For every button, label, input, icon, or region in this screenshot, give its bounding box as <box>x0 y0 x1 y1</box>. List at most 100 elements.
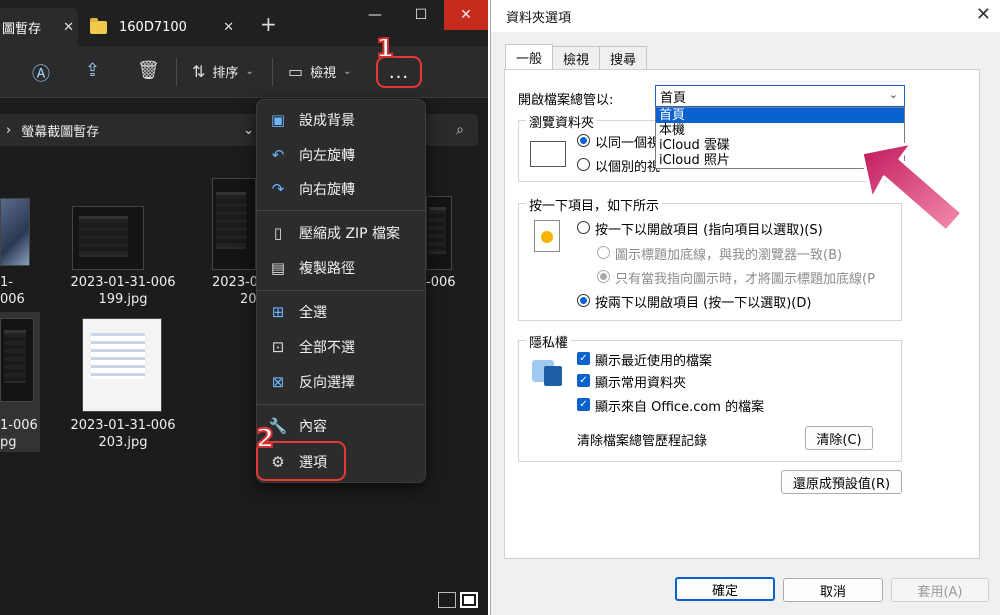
folder-icon <box>90 17 107 34</box>
menu-item-rotate-right[interactable]: ↷ 向右旋轉 <box>257 173 425 205</box>
radio-single-click[interactable] <box>577 221 590 234</box>
menu-divider <box>257 290 425 291</box>
view-mode-switch <box>438 592 478 608</box>
ok-button[interactable]: 確定 <box>675 577 775 601</box>
file-name: -006 <box>426 275 456 290</box>
rotate-right-icon: ↷ <box>271 180 285 198</box>
cancel-button[interactable]: 取消 <box>783 578 883 602</box>
menu-item-label: 壓縮成 ZIP 檔案 <box>299 226 401 242</box>
command-bar: Ⓐ ⇪ 🗑 ⇅ 排序 ⌄ ▭ 檢視 ⌄ ... <box>0 46 488 98</box>
clear-history-label: 清除檔案總管歷程記錄 <box>577 434 708 449</box>
file-name: 2023-01-31-006 203.jpg <box>70 418 176 450</box>
file-name: 1-006pg <box>0 418 38 450</box>
privacy-icon <box>532 356 564 386</box>
view-button[interactable]: ▭ 檢視 ⌄ <box>288 62 352 81</box>
view-label: 檢視 <box>310 66 337 81</box>
tab-view[interactable]: 檢視 <box>552 46 601 70</box>
radio-label: 以同一個視 <box>595 136 661 151</box>
copy-path-icon: ▤ <box>270 259 286 277</box>
radio-label: 只有當我指向圖示時，才將圖示標題加底線(P <box>615 272 875 287</box>
file-thumbnail[interactable] <box>72 206 144 270</box>
restore-defaults-button[interactable]: 還原成預設值(R) <box>781 470 902 494</box>
folder-window-illustration <box>530 141 566 167</box>
tab-screenshots[interactable]: 圖暫存 ✕ <box>0 8 78 46</box>
menu-item-copy-path[interactable]: ▤ 複製路徑 <box>257 252 425 284</box>
rename-icon[interactable]: Ⓐ <box>32 60 50 86</box>
option-home[interactable]: 首頁 <box>656 108 904 123</box>
close-icon[interactable]: ✕ <box>976 4 991 25</box>
group-title: 瀏覽資料夾 <box>526 112 598 131</box>
file-name: 2023-01-31-00620 <box>212 275 256 307</box>
open-explorer-select[interactable]: 首頁 ⌄ <box>655 85 905 107</box>
close-icon[interactable]: ✕ <box>223 20 234 35</box>
menu-item-properties[interactable]: 🔧 內容 <box>257 410 425 442</box>
window-close-button[interactable]: ✕ <box>444 0 488 30</box>
clear-history-button[interactable]: 清除(C) <box>805 426 873 450</box>
maximize-button[interactable]: ☐ <box>398 0 444 30</box>
tab-160d7100[interactable]: 160D7100 ✕ <box>82 8 242 46</box>
search-box[interactable]: ⌕ <box>418 114 478 146</box>
share-icon[interactable]: ⇪ <box>85 60 100 81</box>
checkbox-recent-files[interactable]: ✓ <box>577 352 590 365</box>
new-tab-button[interactable]: + <box>260 12 277 36</box>
rotate-left-icon: ↶ <box>271 146 285 164</box>
apply-button[interactable]: 套用(A) <box>891 578 989 602</box>
file-thumbnail[interactable] <box>426 196 452 270</box>
tiles-view-icon[interactable] <box>460 592 478 608</box>
delete-icon[interactable]: 🗑 <box>137 60 160 81</box>
file-thumbnail[interactable] <box>0 318 34 402</box>
chevron-down-icon[interactable]: ⌄ <box>243 123 254 138</box>
address-path: 螢幕截圖暫存 <box>21 124 100 140</box>
invert-selection-icon: ⊠ <box>271 373 285 391</box>
file-name: 2023-01-31-006 199.jpg <box>70 275 176 307</box>
view-icon: ▭ <box>288 62 304 81</box>
menu-item-select-all[interactable]: ⊞ 全選 <box>257 296 425 328</box>
radio-underline-hover[interactable] <box>597 270 610 283</box>
toolbar-divider <box>272 58 273 86</box>
tab-search[interactable]: 搜尋 <box>599 46 648 70</box>
click-cursor-illustration <box>534 220 560 252</box>
checkbox-office-files[interactable]: ✓ <box>577 398 590 411</box>
close-icon[interactable]: ✕ <box>63 20 74 35</box>
sort-button[interactable]: ⇅ 排序 ⌄ <box>192 62 254 81</box>
search-icon: ⌕ <box>456 122 464 138</box>
open-explorer-value: 首頁 <box>660 90 687 106</box>
radio-same-window[interactable] <box>577 134 590 147</box>
wallpaper-icon: ▣ <box>270 111 286 129</box>
menu-divider <box>257 404 425 405</box>
radio-label: 按一下以開啟項目 (指向項目以選取)(S) <box>595 223 823 238</box>
pointer-icon <box>541 231 553 243</box>
chevron-down-icon: ⌄ <box>245 66 254 77</box>
menu-item-rotate-left[interactable]: ↶ 向左旋轉 <box>257 139 425 171</box>
menu-item-invert-selection[interactable]: ⊠ 反向選擇 <box>257 366 425 398</box>
radio-double-click[interactable] <box>577 294 590 307</box>
zip-icon: ▯ <box>273 224 283 242</box>
menu-item-select-none[interactable]: ⊡ 全部不選 <box>257 331 425 363</box>
radio-separate-window[interactable] <box>577 158 590 171</box>
file-thumbnail[interactable] <box>82 318 162 412</box>
sort-label: 排序 <box>212 66 239 81</box>
menu-divider <box>257 210 425 211</box>
radio-underline-browser[interactable] <box>597 246 610 259</box>
more-icon: ... <box>388 61 410 83</box>
checkbox-label: 顯示最近使用的檔案 <box>595 354 713 369</box>
tab-label: 160D7100 <box>119 19 187 35</box>
checkbox-label: 顯示來自 Office.com 的檔案 <box>595 400 765 415</box>
address-bar[interactable]: › 螢幕截圖暫存 ⌄ <box>0 114 262 146</box>
tab-general[interactable]: 一般 <box>505 44 554 70</box>
radio-label: 按兩下以開啟項目 (按一下以選取)(D) <box>595 296 812 311</box>
minimize-button[interactable]: — <box>352 0 398 30</box>
menu-item-compress-zip[interactable]: ▯ 壓縮成 ZIP 檔案 <box>257 217 425 249</box>
title-bar: 圖暫存 ✕ 160D7100 ✕ + — ☐ ✕ <box>0 0 488 46</box>
dialog-title-bar: 資料夾選項 ✕ <box>491 0 1000 32</box>
checkbox-frequent-folders[interactable]: ✓ <box>577 374 590 387</box>
menu-item-label: 向右旋轉 <box>299 182 355 198</box>
file-thumbnail[interactable] <box>0 198 30 266</box>
details-view-icon[interactable] <box>438 592 456 608</box>
chevron-down-icon: ⌄ <box>343 66 352 77</box>
menu-item-set-background[interactable]: ▣ 設成背景 <box>257 104 425 136</box>
window-controls: — ☐ ✕ <box>352 0 488 30</box>
file-thumbnail[interactable] <box>212 178 256 270</box>
menu-item-label: 設成背景 <box>299 113 355 129</box>
menu-item-label: 內容 <box>299 419 327 435</box>
